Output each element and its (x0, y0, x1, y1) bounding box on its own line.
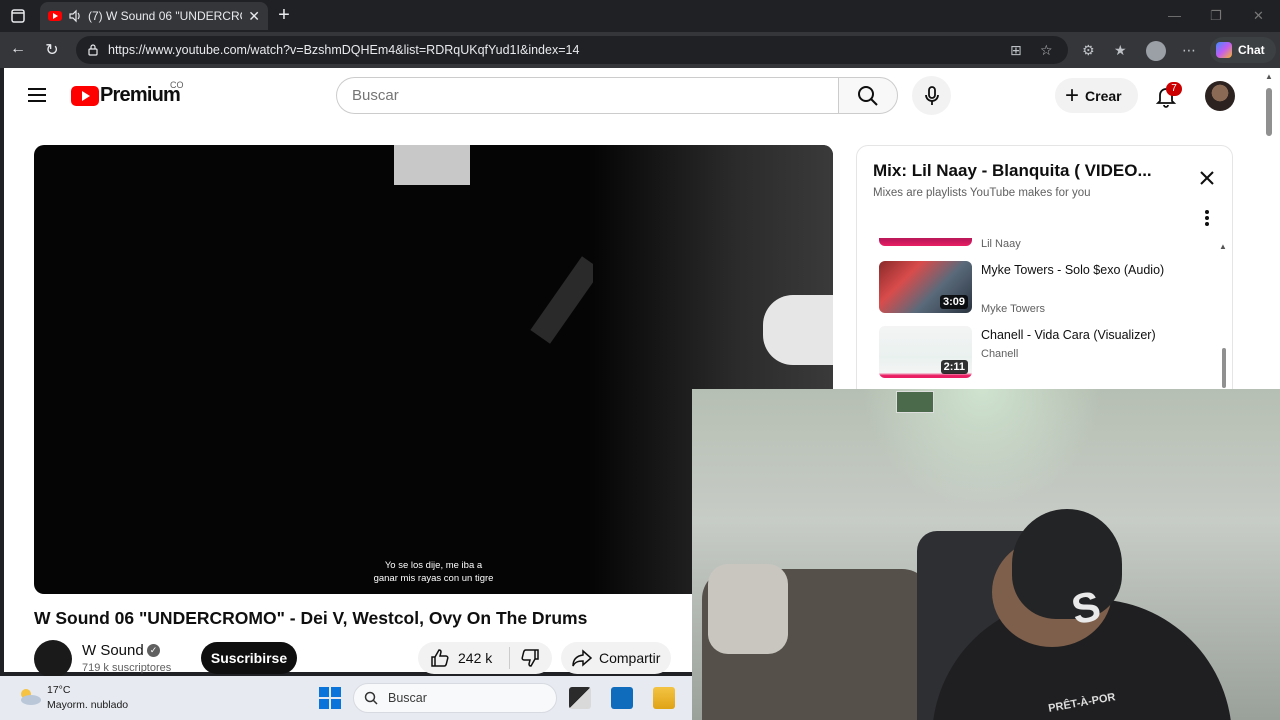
playlist-item-artist: Chanell (981, 348, 1019, 360)
like-dislike-group: 242 k (418, 642, 552, 674)
restore-icon[interactable]: ❐ (1210, 8, 1222, 24)
chat-label: Chat (1238, 43, 1265, 57)
notification-badge: 7 (1166, 82, 1182, 96)
playlist-item-title: Myke Towers - Solo $exo (Audio) (981, 263, 1165, 277)
playlist-item-artist: Myke Towers (981, 303, 1045, 315)
extensions-icon[interactable]: ⚙ (1082, 42, 1095, 59)
playlist-item[interactable]: 3:09 Myke Towers - Solo $exo (Audio) Myk… (857, 261, 1217, 323)
webcam-pillow (708, 564, 788, 654)
subscribe-button[interactable]: Suscribirse (201, 642, 297, 674)
account-avatar[interactable] (1205, 81, 1235, 111)
back-icon[interactable]: ← (8, 40, 28, 58)
page-scrollbar[interactable] (1266, 88, 1272, 136)
favorites-icon[interactable]: ★ (1114, 42, 1127, 59)
thumbs-down-icon (521, 649, 539, 667)
like-count: 242 k (458, 650, 493, 666)
playlist-panel: Mix: Lil Naay - Blanquita ( VIDEO... Mix… (856, 145, 1233, 405)
favorite-star-icon[interactable]: ☆ (1040, 42, 1053, 59)
minimize-icon[interactable]: — (1168, 8, 1181, 23)
playlist-item-duration: 3:09 (939, 295, 968, 309)
file-explorer-icon[interactable] (653, 687, 675, 709)
url-text: https://www.youtube.com/watch?v=BzshmDQH… (108, 43, 580, 57)
app-available-icon[interactable]: ⊞ (1010, 42, 1022, 59)
playlist-title[interactable]: Mix: Lil Naay - Blanquita ( VIDEO... (873, 161, 1152, 181)
close-playlist-icon[interactable] (1197, 168, 1217, 188)
create-label: Crear (1085, 87, 1122, 104)
video-title: W Sound 06 "UNDERCROMO" - Dei V, Westcol… (34, 608, 588, 628)
url-field[interactable]: https://www.youtube.com/watch?v=BzshmDQH… (76, 36, 1068, 64)
youtube-favicon-icon (48, 11, 62, 21)
channel-avatar[interactable] (34, 640, 72, 678)
browser-tab[interactable]: (7) W Sound 06 "UNDERCRO ✕ (40, 2, 268, 30)
browser-tab-bar: (7) W Sound 06 "UNDERCRO ✕ + — ❐ ✕ (0, 0, 1280, 32)
playlist-more-icon[interactable] (1205, 210, 1209, 228)
video-frame-beam (530, 256, 602, 344)
windows-start-icon[interactable] (319, 687, 341, 709)
tab-title: (7) W Sound 06 "UNDERCRO (88, 9, 243, 23)
speaker-icon[interactable] (68, 9, 82, 23)
share-icon (572, 649, 593, 667)
close-window-icon[interactable]: ✕ (1253, 8, 1264, 24)
thumbs-up-icon (431, 649, 449, 667)
search-input[interactable]: Buscar (336, 77, 839, 114)
tab-close-icon[interactable]: ✕ (248, 8, 260, 25)
new-tab-icon[interactable]: + (274, 4, 294, 27)
playlist-item[interactable]: 2:11 Chanell - Vida Cara (Visualizer) Ch… (857, 326, 1217, 388)
playlist-item-artist: Lil Naay (981, 238, 1021, 250)
taskbar-search[interactable]: Buscar (353, 683, 557, 713)
voice-search-button[interactable] (912, 76, 951, 115)
webcam-overlay: S PRÊT-À-POR (692, 389, 1280, 720)
site-info-icon[interactable] (86, 43, 100, 57)
refresh-icon[interactable]: ↻ (42, 40, 62, 60)
playlist-item-thumbnail: 2:11 (879, 326, 972, 378)
weather-cloud-icon[interactable] (16, 685, 42, 707)
video-frame-light (394, 145, 470, 185)
profile-icon[interactable] (1146, 41, 1166, 61)
like-button[interactable]: 242 k (418, 647, 510, 669)
page-scroll-up-icon[interactable]: ▲ (1265, 72, 1273, 81)
taskbar-search-label: Buscar (388, 691, 427, 705)
create-button[interactable]: + Crear (1055, 78, 1138, 113)
webcam-cap (1012, 509, 1122, 619)
task-view-icon[interactable] (569, 687, 591, 709)
share-label: Compartir (599, 650, 661, 666)
tab-actions-icon[interactable] (8, 6, 28, 26)
weather-description[interactable]: Mayorm. nublado (47, 699, 128, 711)
dislike-button[interactable] (510, 648, 540, 668)
search-button[interactable] (838, 77, 898, 114)
share-button[interactable]: Compartir (561, 642, 671, 674)
search-icon (858, 85, 878, 106)
plus-icon: + (1065, 81, 1080, 109)
playlist-item-thumbnail: 3:09 (879, 261, 972, 313)
video-frame-highlight (763, 295, 833, 365)
youtube-logo-icon[interactable] (71, 86, 99, 106)
youtube-brand[interactable]: Premium (100, 84, 181, 107)
playlist-item-duration: 2:11 (940, 360, 968, 374)
playlist-item-thumbnail (879, 238, 972, 246)
channel-name[interactable]: W Sound (82, 642, 144, 659)
subscriber-count: 719 k suscriptores (82, 662, 172, 674)
webcam-wall-picture (896, 391, 934, 413)
address-toolbar: ← ↻ https://www.youtube.com/watch?v=Bzsh… (0, 32, 1280, 68)
search-icon (364, 691, 378, 705)
microphone-icon (924, 85, 939, 105)
weather-temperature[interactable]: 17°C (47, 684, 70, 696)
more-menu-icon[interactable]: ⋯ (1182, 42, 1196, 59)
menu-icon[interactable] (28, 88, 46, 102)
playlist-item-title: Chanell - Vida Cara (Visualizer) (981, 328, 1156, 342)
country-code: CO (170, 80, 184, 90)
copilot-chat-button[interactable]: Chat (1210, 37, 1276, 63)
copilot-icon (1216, 42, 1232, 58)
playlist-items: Lil Naay 3:09 Myke Towers - Solo $exo (A… (857, 238, 1232, 404)
outlook-icon[interactable] (611, 687, 633, 709)
playlist-subtitle: Mixes are playlists YouTube makes for yo… (873, 187, 1091, 199)
verified-icon: ✓ (147, 644, 160, 657)
